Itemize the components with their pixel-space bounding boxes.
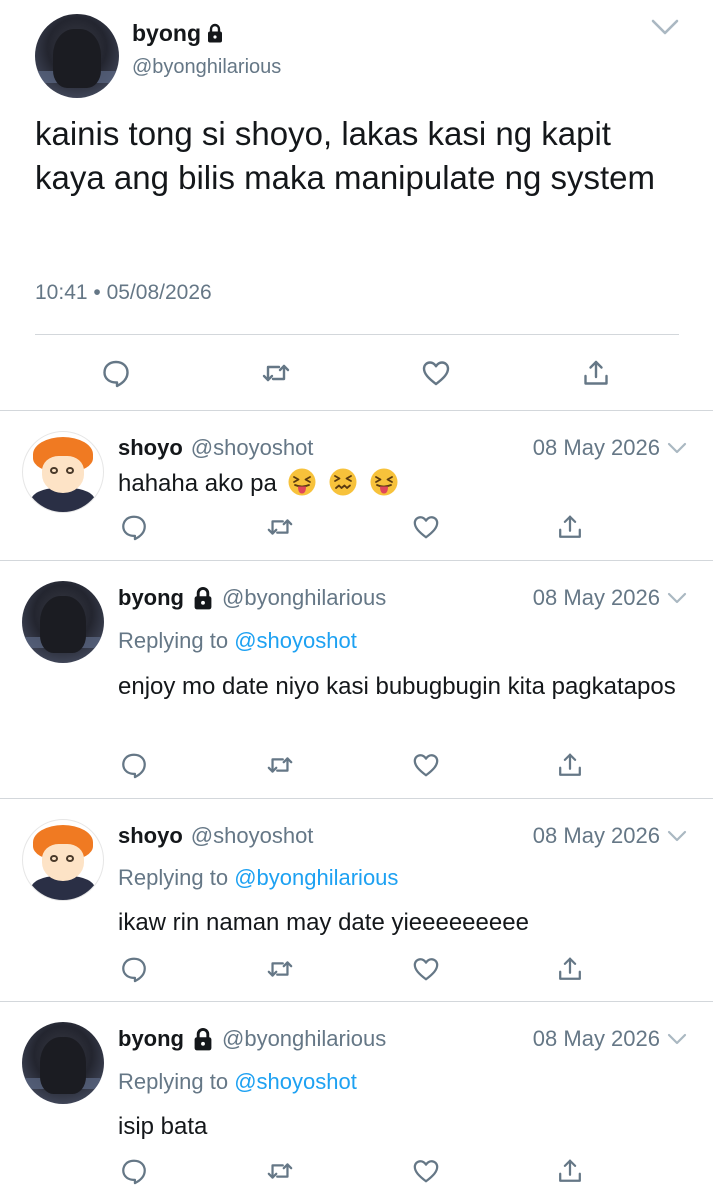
author-handle[interactable]: @byonghilarious [222,584,386,612]
squinting-face-with-tongue-icon [369,467,399,497]
share-icon[interactable] [581,358,611,388]
lock-icon [192,586,214,610]
chevron-down-icon[interactable] [650,16,680,38]
reply-date: 08 May 2026 [532,585,660,610]
author-name[interactable]: shoyo [118,434,183,462]
reply-icon[interactable] [120,1157,148,1185]
avatar[interactable] [22,431,104,513]
mention-link[interactable]: @shoyoshot [234,628,357,653]
share-icon[interactable] [556,513,584,541]
author-name[interactable]: shoyo [118,822,183,850]
reply-header: shoyo @shoyoshot 08 May 2026 [118,433,688,463]
reply-header: shoyo @shoyoshot 08 May 2026 [118,821,688,851]
reply-tweet[interactable]: byong @byonghilarious 08 May 2026 Replyi… [0,561,713,799]
reply-text: isip bata [118,1113,208,1140]
reply-date: 08 May 2026 [532,435,660,460]
like-icon[interactable] [412,513,440,541]
share-icon[interactable] [556,751,584,779]
reply-text: hahaha ako pa [118,470,277,497]
reply-header: byong @byonghilarious 08 May 2026 [118,1024,688,1054]
main-tweet: byong @byonghilarious kainis tong si sho… [0,0,713,411]
like-icon[interactable] [412,751,440,779]
lock-icon [206,23,224,43]
tweet-text: kainis tong si shoyo, lakas kasi ng kapi… [35,115,655,196]
retweet-icon[interactable] [266,513,294,541]
tweet-timestamp: 10:41 • 05/08/2026 [35,281,212,304]
author-name[interactable]: byong [132,19,224,47]
avatar[interactable] [22,581,104,663]
mention-link[interactable]: @shoyoshot [234,1069,357,1094]
divider [35,334,679,335]
retweet-icon[interactable] [266,1157,294,1185]
retweet-icon[interactable] [261,358,291,388]
squinting-face-with-tongue-icon [287,467,317,497]
chevron-down-icon[interactable] [666,1031,688,1047]
like-icon[interactable] [421,358,451,388]
reply-icon[interactable] [101,358,131,388]
reply-text-row: hahaha ako pa [118,467,678,500]
reply-header: byong @byonghilarious 08 May 2026 [118,583,688,613]
author-handle[interactable]: @byonghilarious [222,1025,386,1053]
reply-text: ikaw rin naman may date yieeeeeeeee [118,909,529,936]
avatar[interactable] [22,1022,104,1104]
confounded-face-icon [328,467,358,497]
reply-tweet[interactable]: byong @byonghilarious 08 May 2026 Replyi… [0,1002,713,1200]
chevron-down-icon[interactable] [666,440,688,456]
author-handle[interactable]: @shoyoshot [191,822,314,850]
reply-tweet[interactable]: shoyo @shoyoshot 08 May 2026 Replying to… [0,799,713,1002]
replying-to: Replying to @byonghilarious [118,864,398,892]
replying-to: Replying to @shoyoshot [118,1068,357,1096]
author-name[interactable]: byong [118,1025,184,1053]
reply-text: enjoy mo date niyo kasi bubugbugin kita … [118,673,676,700]
reply-date: 08 May 2026 [532,823,660,848]
avatar[interactable] [22,819,104,901]
replying-label: Replying to [118,1069,229,1094]
author-handle[interactable]: @shoyoshot [191,434,314,462]
avatar[interactable] [35,14,119,98]
reply-tweet[interactable]: shoyo @shoyoshot 08 May 2026 hahaha ako … [0,411,713,561]
author-name[interactable]: byong [118,584,184,612]
reply-date: 08 May 2026 [532,1026,660,1051]
replying-label: Replying to [118,865,229,890]
author-name-text[interactable]: byong [132,19,201,47]
mention-link[interactable]: @byonghilarious [234,865,398,890]
replying-to: Replying to @shoyoshot [118,627,357,655]
chevron-down-icon[interactable] [666,590,688,606]
replying-label: Replying to [118,628,229,653]
reply-icon[interactable] [120,751,148,779]
like-icon[interactable] [412,955,440,983]
reply-icon[interactable] [120,513,148,541]
retweet-icon[interactable] [266,955,294,983]
retweet-icon[interactable] [266,751,294,779]
share-icon[interactable] [556,1157,584,1185]
reply-icon[interactable] [120,955,148,983]
like-icon[interactable] [412,1157,440,1185]
chevron-down-icon[interactable] [666,828,688,844]
author-handle[interactable]: @byonghilarious [132,54,281,80]
lock-icon [192,1027,214,1051]
share-icon[interactable] [556,955,584,983]
